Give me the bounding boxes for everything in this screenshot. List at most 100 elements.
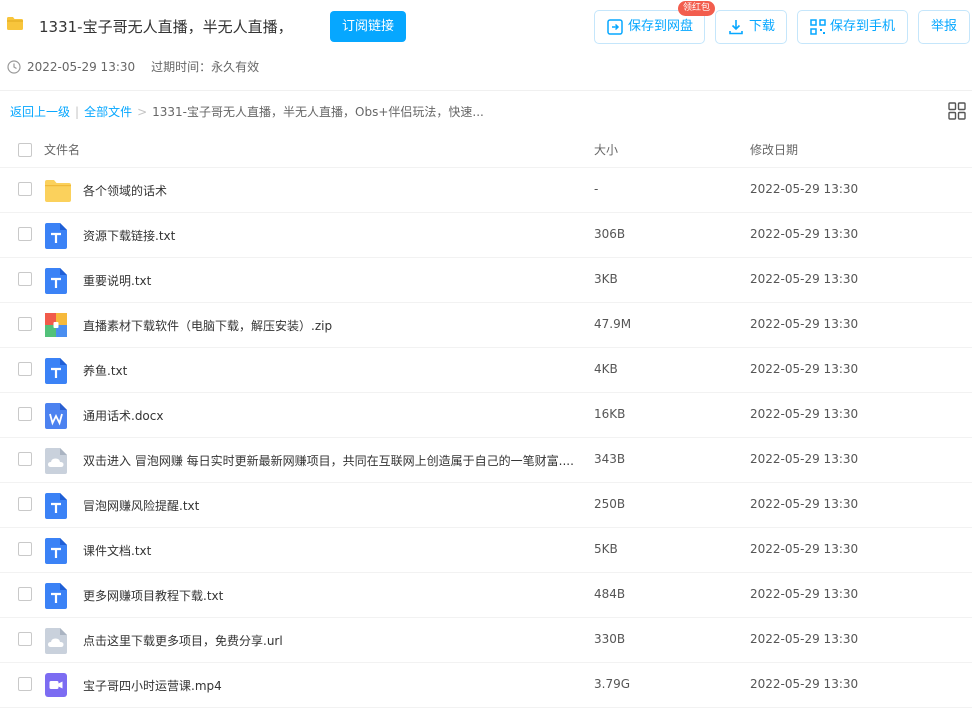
file-name[interactable]: 冒泡网赚风险提醒.txt xyxy=(83,497,578,514)
column-date[interactable]: 修改日期 xyxy=(750,141,798,158)
file-row-11[interactable]: 点击这里下载更多项目，免费分享.url 330B 2022-05-29 13:3… xyxy=(0,618,972,663)
file-row-2[interactable]: 资源下载链接.txt 306B 2022-05-29 13:30 xyxy=(0,213,972,258)
folder-icon xyxy=(45,180,71,206)
save-phone-label: 保存到手机 xyxy=(829,19,895,34)
file-name[interactable]: 各个领域的话术 xyxy=(83,182,578,199)
file-name[interactable]: 直播素材下载软件（电脑下载，解压安装）.zip xyxy=(83,317,578,334)
row-checkbox[interactable] xyxy=(18,227,32,241)
breadcrumb: 返回上一级 | 全部文件 > 1331-宝子哥无人直播，半无人直播，Obs+伴侣… xyxy=(10,103,484,120)
file-size: 16KB xyxy=(594,407,626,421)
file-size: - xyxy=(594,182,599,196)
file-list-header: 文件名 大小 修改日期 xyxy=(0,130,972,168)
file-size: 3.79G xyxy=(594,677,631,691)
row-checkbox[interactable] xyxy=(18,632,32,646)
share-meta: 2022-05-29 13:30 过期时间：永久有效 xyxy=(7,58,259,75)
file-name[interactable]: 更多网赚项目教程下载.txt xyxy=(83,587,578,604)
column-name[interactable]: 文件名 xyxy=(44,141,80,158)
file-date: 2022-05-29 13:30 xyxy=(750,227,859,241)
qr-code-icon xyxy=(810,19,826,35)
file-row-9[interactable]: 课件文档.txt 5KB 2022-05-29 13:30 xyxy=(0,528,972,573)
breadcrumb-current: 1331-宝子哥无人直播，半无人直播，Obs+伴侣玩法，快速... xyxy=(152,105,484,119)
file-name[interactable]: 课件文档.txt xyxy=(83,542,578,559)
expire-text: 过期时间：永久有效 xyxy=(151,60,260,74)
url-file-icon xyxy=(45,628,71,654)
column-size[interactable]: 大小 xyxy=(594,141,618,158)
share-header: 1331-宝子哥无人直播，半无人直播，... 订阅链接 保存到网盘 领红包 下载… xyxy=(0,0,972,90)
row-checkbox[interactable] xyxy=(18,497,32,511)
row-checkbox[interactable] xyxy=(18,272,32,286)
file-date: 2022-05-29 13:30 xyxy=(750,677,859,691)
file-name[interactable]: 宝子哥四小时运营课.mp4 xyxy=(83,677,578,694)
file-row-7[interactable]: 双击进入 冒泡网赚 每日实时更新最新网赚项目，共同在互联网上创造属于自己的一笔财… xyxy=(0,438,972,483)
grid-view-icon[interactable] xyxy=(948,102,966,120)
url-file-icon xyxy=(45,448,71,474)
file-row-5[interactable]: 养鱼.txt 4KB 2022-05-29 13:30 xyxy=(0,348,972,393)
file-row-8[interactable]: 冒泡网赚风险提醒.txt 250B 2022-05-29 13:30 xyxy=(0,483,972,528)
save-to-phone-button[interactable]: 保存到手机 xyxy=(797,10,908,44)
video-file-icon xyxy=(45,673,71,699)
file-date: 2022-05-29 13:30 xyxy=(750,272,859,286)
file-size: 5KB xyxy=(594,542,618,556)
save-cloud-icon xyxy=(606,18,624,36)
select-all-checkbox[interactable] xyxy=(18,143,32,157)
file-name[interactable]: 资源下载链接.txt xyxy=(83,227,578,244)
row-checkbox[interactable] xyxy=(18,182,32,196)
file-row-12[interactable]: 宝子哥四小时运营课.mp4 3.79G 2022-05-29 13:30 xyxy=(0,663,972,708)
file-size: 306B xyxy=(594,227,626,241)
breadcrumb-all-files-link[interactable]: 全部文件 xyxy=(84,103,132,120)
folder-icon xyxy=(7,17,23,30)
zip-file-icon xyxy=(45,313,71,339)
share-title: 1331-宝子哥无人直播，半无人直播，... xyxy=(39,18,291,36)
file-date: 2022-05-29 13:30 xyxy=(750,542,859,556)
txt-file-icon xyxy=(45,538,71,564)
share-time: 2022-05-29 13:30 xyxy=(27,59,136,74)
breadcrumb-separator: | xyxy=(75,104,80,119)
row-checkbox[interactable] xyxy=(18,317,32,331)
subscribe-button[interactable]: 订阅链接 xyxy=(330,11,406,42)
file-date: 2022-05-29 13:30 xyxy=(750,362,859,376)
file-date: 2022-05-29 13:30 xyxy=(750,182,859,196)
row-checkbox[interactable] xyxy=(18,362,32,376)
row-checkbox[interactable] xyxy=(18,407,32,421)
file-date: 2022-05-29 13:30 xyxy=(750,407,859,421)
red-packet-badge[interactable]: 领红包 xyxy=(678,1,716,16)
file-name[interactable]: 双击进入 冒泡网赚 每日实时更新最新网赚项目，共同在互联网上创造属于自己的一笔财… xyxy=(83,452,578,469)
row-checkbox[interactable] xyxy=(18,542,32,556)
file-row-4[interactable]: 直播素材下载软件（电脑下载，解压安装）.zip 47.9M 2022-05-29… xyxy=(0,303,972,348)
file-name[interactable]: 点击这里下载更多项目，免费分享.url xyxy=(83,632,578,649)
file-row-3[interactable]: 重要说明.txt 3KB 2022-05-29 13:30 xyxy=(0,258,972,303)
download-button[interactable]: 下载 xyxy=(715,10,787,44)
file-list: 各个领域的话术 - 2022-05-29 13:30 资源下载链接.txt 30… xyxy=(0,168,972,708)
file-size: 4KB xyxy=(594,362,618,376)
file-size: 3KB xyxy=(594,272,618,286)
file-row-6[interactable]: 通用话术.docx 16KB 2022-05-29 13:30 xyxy=(0,393,972,438)
txt-file-icon xyxy=(45,268,71,294)
txt-file-icon xyxy=(45,223,71,249)
file-name[interactable]: 养鱼.txt xyxy=(83,362,578,379)
file-size: 250B xyxy=(594,497,626,511)
file-date: 2022-05-29 13:30 xyxy=(750,452,859,466)
file-row-10[interactable]: 更多网赚项目教程下载.txt 484B 2022-05-29 13:30 xyxy=(0,573,972,618)
txt-file-icon xyxy=(45,358,71,384)
file-name[interactable]: 重要说明.txt xyxy=(83,272,578,289)
breadcrumb-back-link[interactable]: 返回上一级 xyxy=(10,103,70,120)
txt-file-icon xyxy=(45,493,71,519)
file-date: 2022-05-29 13:30 xyxy=(750,317,859,331)
file-date: 2022-05-29 13:30 xyxy=(750,632,859,646)
download-label: 下载 xyxy=(748,19,775,34)
header-divider xyxy=(0,90,972,91)
file-date: 2022-05-29 13:30 xyxy=(750,587,859,601)
clock-icon xyxy=(7,59,21,74)
row-checkbox[interactable] xyxy=(18,452,32,466)
file-size: 47.9M xyxy=(594,317,632,331)
file-row-1[interactable]: 各个领域的话术 - 2022-05-29 13:30 xyxy=(0,168,972,213)
word-file-icon xyxy=(45,403,71,429)
row-checkbox[interactable] xyxy=(18,587,32,601)
row-checkbox[interactable] xyxy=(18,677,32,691)
report-button[interactable]: 举报 xyxy=(918,10,970,44)
file-size: 343B xyxy=(594,452,626,466)
file-date: 2022-05-29 13:30 xyxy=(750,497,859,511)
file-size: 330B xyxy=(594,632,626,646)
file-name[interactable]: 通用话术.docx xyxy=(83,407,578,424)
breadcrumb-arrow: > xyxy=(137,104,148,119)
